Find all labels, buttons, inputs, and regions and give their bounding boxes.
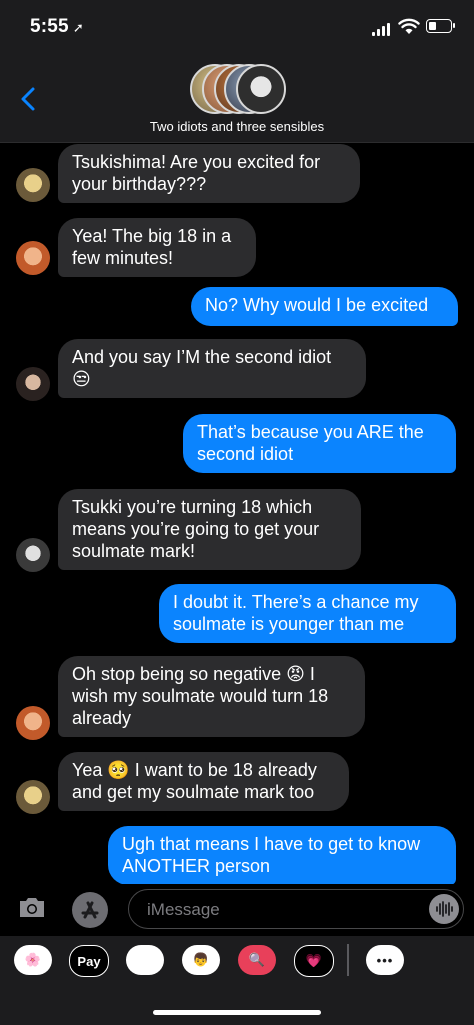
camera-icon[interactable]: [17, 895, 47, 919]
location-arrow-icon: ➚: [72, 20, 84, 35]
battery-tip: [453, 23, 455, 28]
avatar: [16, 168, 50, 202]
message-bubble[interactable]: Oh stop being so negative 😡 I wish my so…: [58, 656, 365, 737]
conversation-header: Two idiots and three sensibles: [0, 56, 474, 143]
message-bubble[interactable]: Yea! The big 18 in a few minutes!: [58, 218, 256, 277]
group-name[interactable]: Two idiots and three sensibles: [0, 119, 474, 134]
message-bubble[interactable]: No? Why would I be excited: [191, 287, 458, 326]
app-store-icon[interactable]: [72, 892, 108, 928]
audio-record-icon[interactable]: [429, 894, 459, 924]
group-avatars[interactable]: [190, 64, 286, 114]
apple-pay-label: Pay: [77, 953, 101, 969]
apple-pay-app-icon[interactable]: Pay: [69, 945, 109, 977]
message-bubble[interactable]: Tsukishima! Are you excited for your bir…: [58, 144, 360, 203]
message-bubble[interactable]: Ugh that means I have to get to know ANO…: [108, 826, 456, 885]
avatar: [236, 64, 286, 114]
message-bubble[interactable]: That’s because you ARE the second idiot: [183, 414, 456, 473]
message-input[interactable]: iMessage: [128, 889, 464, 929]
message-bubble[interactable]: And you say I’M the second idiot 😒: [58, 339, 366, 398]
memoji-app-icon[interactable]: 👦: [182, 945, 220, 975]
more-apps-icon[interactable]: •••: [366, 945, 404, 975]
status-time: 5:55 ➚: [30, 16, 84, 37]
message-input-placeholder: iMessage: [147, 900, 220, 919]
photos-app-icon[interactable]: 🌸: [14, 945, 52, 975]
message-input-bar: iMessage: [0, 884, 474, 936]
cellular-signal-icon: [372, 22, 392, 36]
battery-icon: [426, 19, 452, 33]
image-search-app-icon[interactable]: 🔍: [238, 945, 276, 975]
avatar: [16, 241, 50, 275]
avatar: [16, 367, 50, 401]
status-bar: 5:55 ➚: [0, 0, 474, 56]
digital-touch-app-icon[interactable]: 💗: [294, 945, 334, 977]
drawer-divider: [347, 944, 349, 976]
avatar: [16, 538, 50, 572]
chevron-left-icon[interactable]: [18, 86, 40, 112]
message-bubble[interactable]: I doubt it. There’s a chance my soulmate…: [159, 584, 456, 643]
message-bubble[interactable]: Tsukki you’re turning 18 which means you…: [58, 489, 361, 570]
message-bubble[interactable]: Yea 🥺 I want to be 18 already and get my…: [58, 752, 349, 811]
animoji-app-icon[interactable]: 🐵: [126, 945, 164, 975]
avatar: [16, 706, 50, 740]
home-indicator[interactable]: [153, 1010, 321, 1015]
avatar: [16, 780, 50, 814]
wifi-icon: [398, 18, 420, 34]
